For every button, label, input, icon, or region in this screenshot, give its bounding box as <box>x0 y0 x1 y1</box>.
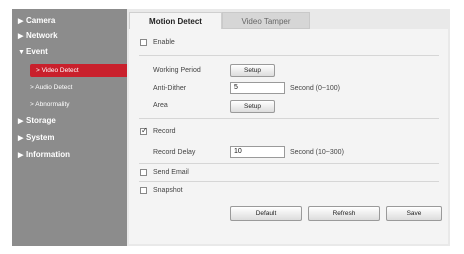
send-email-label: Send Email <box>153 169 189 176</box>
expand-arrow-icon: ▶ <box>18 33 24 40</box>
anti-dither-unit: Second (0~100) <box>290 85 341 92</box>
enable-label: Enable <box>153 39 175 46</box>
sidebar-item-event[interactable]: ▼Event <box>18 47 48 56</box>
send-email-checkbox[interactable] <box>140 169 147 176</box>
enable-checkbox[interactable] <box>140 39 147 46</box>
anti-dither-label: Anti-Dither <box>153 85 187 92</box>
sidebar-item-label: System <box>26 133 55 142</box>
divider <box>139 118 439 119</box>
expand-arrow-icon: ▶ <box>18 18 24 25</box>
snapshot-label: Snapshot <box>153 187 183 194</box>
sidebar-item-label: Network <box>26 31 58 40</box>
record-checkbox[interactable] <box>140 126 148 135</box>
working-period-setup-button[interactable]: Setup <box>230 64 275 77</box>
area-label: Area <box>153 102 168 109</box>
sidebar-item-label: Information <box>26 150 70 159</box>
sidebar-item-system[interactable]: ▶ System <box>18 133 54 142</box>
expand-arrow-icon: ▶ <box>18 118 24 125</box>
main-content: Motion Detect Video Tamper Enable Workin… <box>127 9 450 246</box>
sidebar-item-label: Storage <box>26 116 56 125</box>
anti-dither-input[interactable]: 5 <box>230 82 285 94</box>
sidebar-item-label: Event <box>26 47 48 56</box>
sidebar-item-label: Camera <box>26 16 56 25</box>
record-delay-unit: Second (10~300) <box>290 149 344 156</box>
sidebar: ▶ Camera ▶ Network ▼Event > Video Detect >… <box>12 9 139 246</box>
sidebar-item-camera[interactable]: ▶ Camera <box>18 16 55 25</box>
snapshot-checkbox[interactable] <box>140 187 147 194</box>
settings-panel: Enable Working Period Setup Anti-Dither … <box>129 29 448 244</box>
tab-motion-detect[interactable]: Motion Detect <box>129 12 222 29</box>
divider <box>139 181 439 182</box>
save-button[interactable]: Save <box>386 206 442 221</box>
sidebar-subitem-abnormality[interactable]: > Abnormality <box>30 101 70 108</box>
refresh-button[interactable]: Refresh <box>308 206 380 221</box>
sidebar-item-information[interactable]: ▶ Information <box>18 150 70 159</box>
record-label: Record <box>153 128 176 135</box>
expand-arrow-icon: ▶ <box>18 152 24 159</box>
divider <box>139 163 439 164</box>
sidebar-subitem-audio-detect[interactable]: > Audio Detect <box>30 84 72 91</box>
sidebar-item-storage[interactable]: ▶ Storage <box>18 116 56 125</box>
expand-arrow-icon: ▶ <box>18 135 24 142</box>
record-delay-input[interactable]: 10 <box>230 146 285 158</box>
tab-video-tamper[interactable]: Video Tamper <box>222 12 310 29</box>
collapse-arrow-icon: ▼ <box>18 49 25 56</box>
default-button[interactable]: Default <box>230 206 302 221</box>
sidebar-subitem-video-detect[interactable]: > Video Detect <box>30 64 139 77</box>
area-setup-button[interactable]: Setup <box>230 100 275 113</box>
divider <box>139 55 439 56</box>
working-period-label: Working Period <box>153 67 201 74</box>
record-delay-label: Record Delay <box>153 149 196 156</box>
sidebar-item-network[interactable]: ▶ Network <box>18 31 58 40</box>
